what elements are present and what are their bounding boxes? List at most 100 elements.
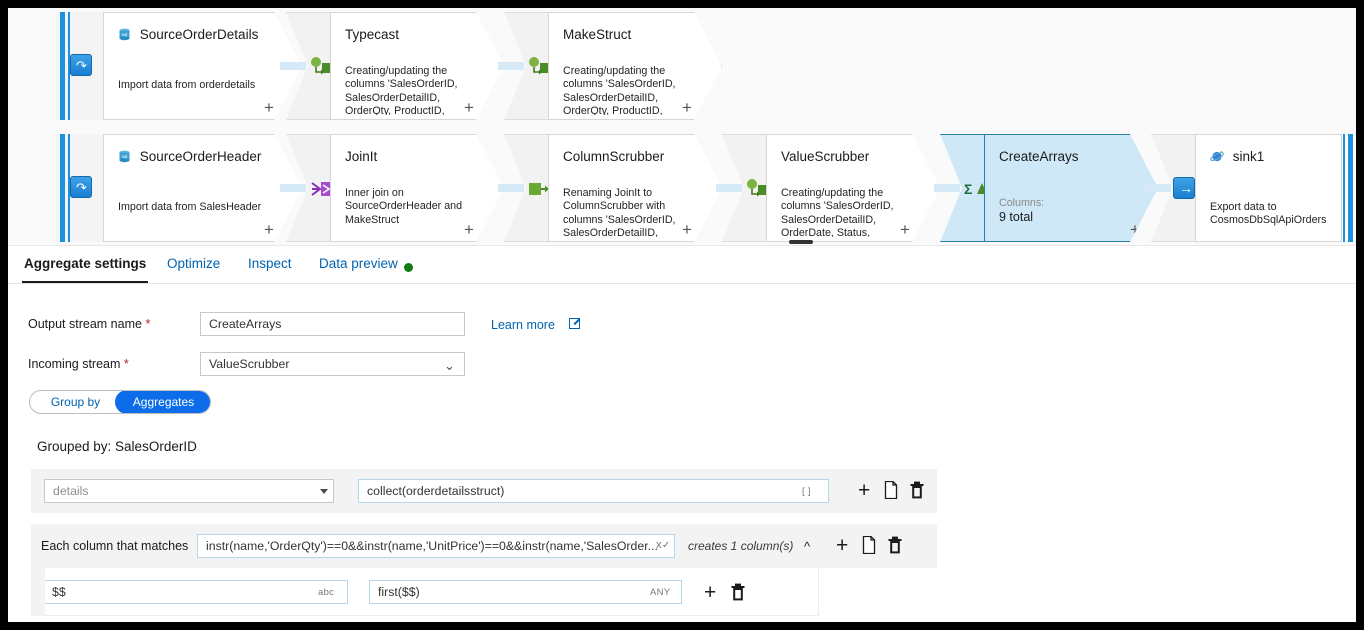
node-source-order-header[interactable]: ↷ sql SourceOrderHeader Import data from… [56,134,302,242]
dataflow-canvas[interactable]: ↷ sql SourceOrderDetails Import data fro… [8,8,1356,246]
node-description: Import data from SalesHeader [118,201,262,213]
node-columnscrubber[interactable]: ColumnScrubber Renaming JoinIt to Column… [548,134,722,242]
flow-link [934,184,960,192]
nested-value-type-hint: ANY [650,587,671,598]
output-stream-name-label: Output stream name * [28,317,150,331]
collapse-icon[interactable]: ^ [804,540,810,553]
node-createarrays[interactable]: CreateArrays Columns: 9 total + [984,134,1158,242]
copy-icon[interactable] [884,481,900,499]
output-stream-name-label-text: Output stream name [28,317,142,331]
node-card[interactable]: sql SourceOrderHeader Import data from S… [103,134,302,242]
node-card-selected[interactable]: CreateArrays Columns: 9 total + [984,134,1158,242]
node-card[interactable]: MakeStruct Creating/updating the columns… [548,12,722,120]
node-title-text: SourceOrderDetails [139,27,259,42]
creates-columns-text: creates 1 column(s) [688,539,794,553]
settings-tab-bar: Aggregate settings Optimize Inspect Data… [8,246,1356,284]
add-next-node-button[interactable]: + [1130,223,1140,237]
select-icon [528,179,550,199]
node-card[interactable]: JoinIt Inner join on SourceOrderHeader a… [330,134,504,242]
tab-aggregate-settings[interactable]: Aggregate settings [22,252,149,283]
derived-column-icon [746,179,768,199]
flow-link [1145,184,1171,192]
delete-icon[interactable] [730,583,746,601]
add-next-node-button[interactable]: + [264,101,274,115]
node-description: Export data to CosmosDbSqlApiOrders [1210,201,1327,227]
cosmosdb-icon [1210,149,1228,164]
app-window: ↷ sql SourceOrderDetails Import data fro… [8,8,1356,622]
nested-name-type-hint: abc [318,587,335,598]
sql-database-icon: sql [118,149,135,164]
aggregate-column-select[interactable]: details [44,479,334,503]
add-pattern-button[interactable]: + [836,535,848,556]
node-title: ValueScrubber [781,149,870,164]
node-description: Import data from orderdetails [118,79,256,91]
flow-link [716,184,742,192]
chevron-down-icon[interactable] [320,489,328,494]
node-title: sink1 [1210,149,1264,164]
svg-text:sql: sql [122,154,128,159]
node-valuescrubber[interactable]: ValueScrubber Creating/updating the colu… [766,134,940,242]
canvas-scroll-indicator[interactable] [789,240,813,244]
add-aggregate-button[interactable]: + [858,480,870,501]
add-next-node-button[interactable]: + [264,223,274,237]
node-card[interactable]: sql SourceOrderDetails Import data from … [103,12,302,120]
add-next-node-button[interactable]: + [464,101,474,115]
delete-icon[interactable] [909,481,925,499]
node-card[interactable]: ValueScrubber Creating/updating the colu… [766,134,940,242]
expression-type-hint: [ ] [802,486,811,497]
derived-column-icon [310,57,332,77]
column-pattern-expression-input[interactable]: instr(name,'OrderQty')==0&&instr(name,'U… [197,534,675,558]
add-next-node-button[interactable]: + [464,223,474,237]
connector-createarrays: Σ [934,134,986,242]
learn-more-link[interactable]: Learn more [491,318,555,332]
node-title: CreateArrays [999,149,1079,164]
nested-name-expression-input[interactable]: $$ [43,580,348,604]
node-source-order-details[interactable]: ↷ sql SourceOrderDetails Import data fro… [56,12,302,120]
node-card[interactable]: Typecast Creating/updating the columns '… [330,12,504,120]
incoming-stream-select[interactable]: ValueScrubber [200,352,465,376]
external-link-icon[interactable] [569,318,580,329]
chevron-down-icon[interactable]: ⌄ [444,359,455,372]
node-card[interactable]: ColumnScrubber Renaming JoinIt to Column… [548,134,722,242]
delete-icon[interactable] [887,536,903,554]
nested-value-expression-input[interactable]: first($$) [369,580,682,604]
node-description: Renaming JoinIt to ColumnScrubber with c… [563,187,676,237]
sink-arrow-icon: → [1173,177,1195,199]
aggregate-expression-input[interactable]: collect(orderdetailsstruct) [358,479,829,503]
node-title-text: sink1 [1232,149,1265,164]
tab-data-preview[interactable]: Data preview [317,252,400,283]
add-next-node-button[interactable]: + [682,223,692,237]
sql-database-icon: sql [118,27,135,42]
node-makestruct[interactable]: MakeStruct Creating/updating the columns… [548,12,722,120]
tab-inspect[interactable]: Inspect [246,252,294,283]
source-arrow-icon: ↷ [70,176,92,198]
toggle-group-by[interactable]: Group by [30,391,121,413]
node-title-text: SourceOrderHeader [139,149,262,164]
nested-row-gutter [31,568,45,616]
column-pattern-row: Each column that matches instr(name,'Ord… [31,524,937,568]
node-title: ColumnScrubber [563,149,665,164]
aggregate-mode-toggle[interactable]: Group by Aggregates [29,390,211,414]
tab-optimize[interactable]: Optimize [165,252,222,283]
copy-icon[interactable] [862,536,878,554]
svg-text:sql: sql [122,32,128,37]
source-rail: ↷ [56,12,104,120]
add-next-node-button[interactable]: + [900,223,910,237]
node-card[interactable]: sink1 Export data to CosmosDbSqlApiOrder… [1195,134,1342,242]
node-columns-value: 9 total [999,210,1034,224]
node-joinit[interactable]: JoinIt Inner join on SourceOrderHeader a… [330,134,504,242]
add-nested-expression-button[interactable]: + [704,582,716,603]
node-sink1[interactable]: sink1 Export data to CosmosDbSqlApiOrder… [1195,134,1356,242]
toggle-aggregates[interactable]: Aggregates [115,391,210,413]
connector-makestruct [498,12,550,120]
grouped-by-text: Grouped by: SalesOrderID [37,439,197,454]
add-next-node-button[interactable]: + [682,101,692,115]
node-title: JoinIt [345,149,378,164]
flow-link [498,62,524,70]
connector-sink1: → [1145,134,1197,242]
node-title: Typecast [345,27,400,42]
source-arrow-icon: ↷ [70,54,92,76]
output-stream-name-input[interactable]: CreateArrays [200,312,465,336]
node-typecast[interactable]: Typecast Creating/updating the columns '… [330,12,504,120]
svg-text:Σ: Σ [964,181,972,197]
